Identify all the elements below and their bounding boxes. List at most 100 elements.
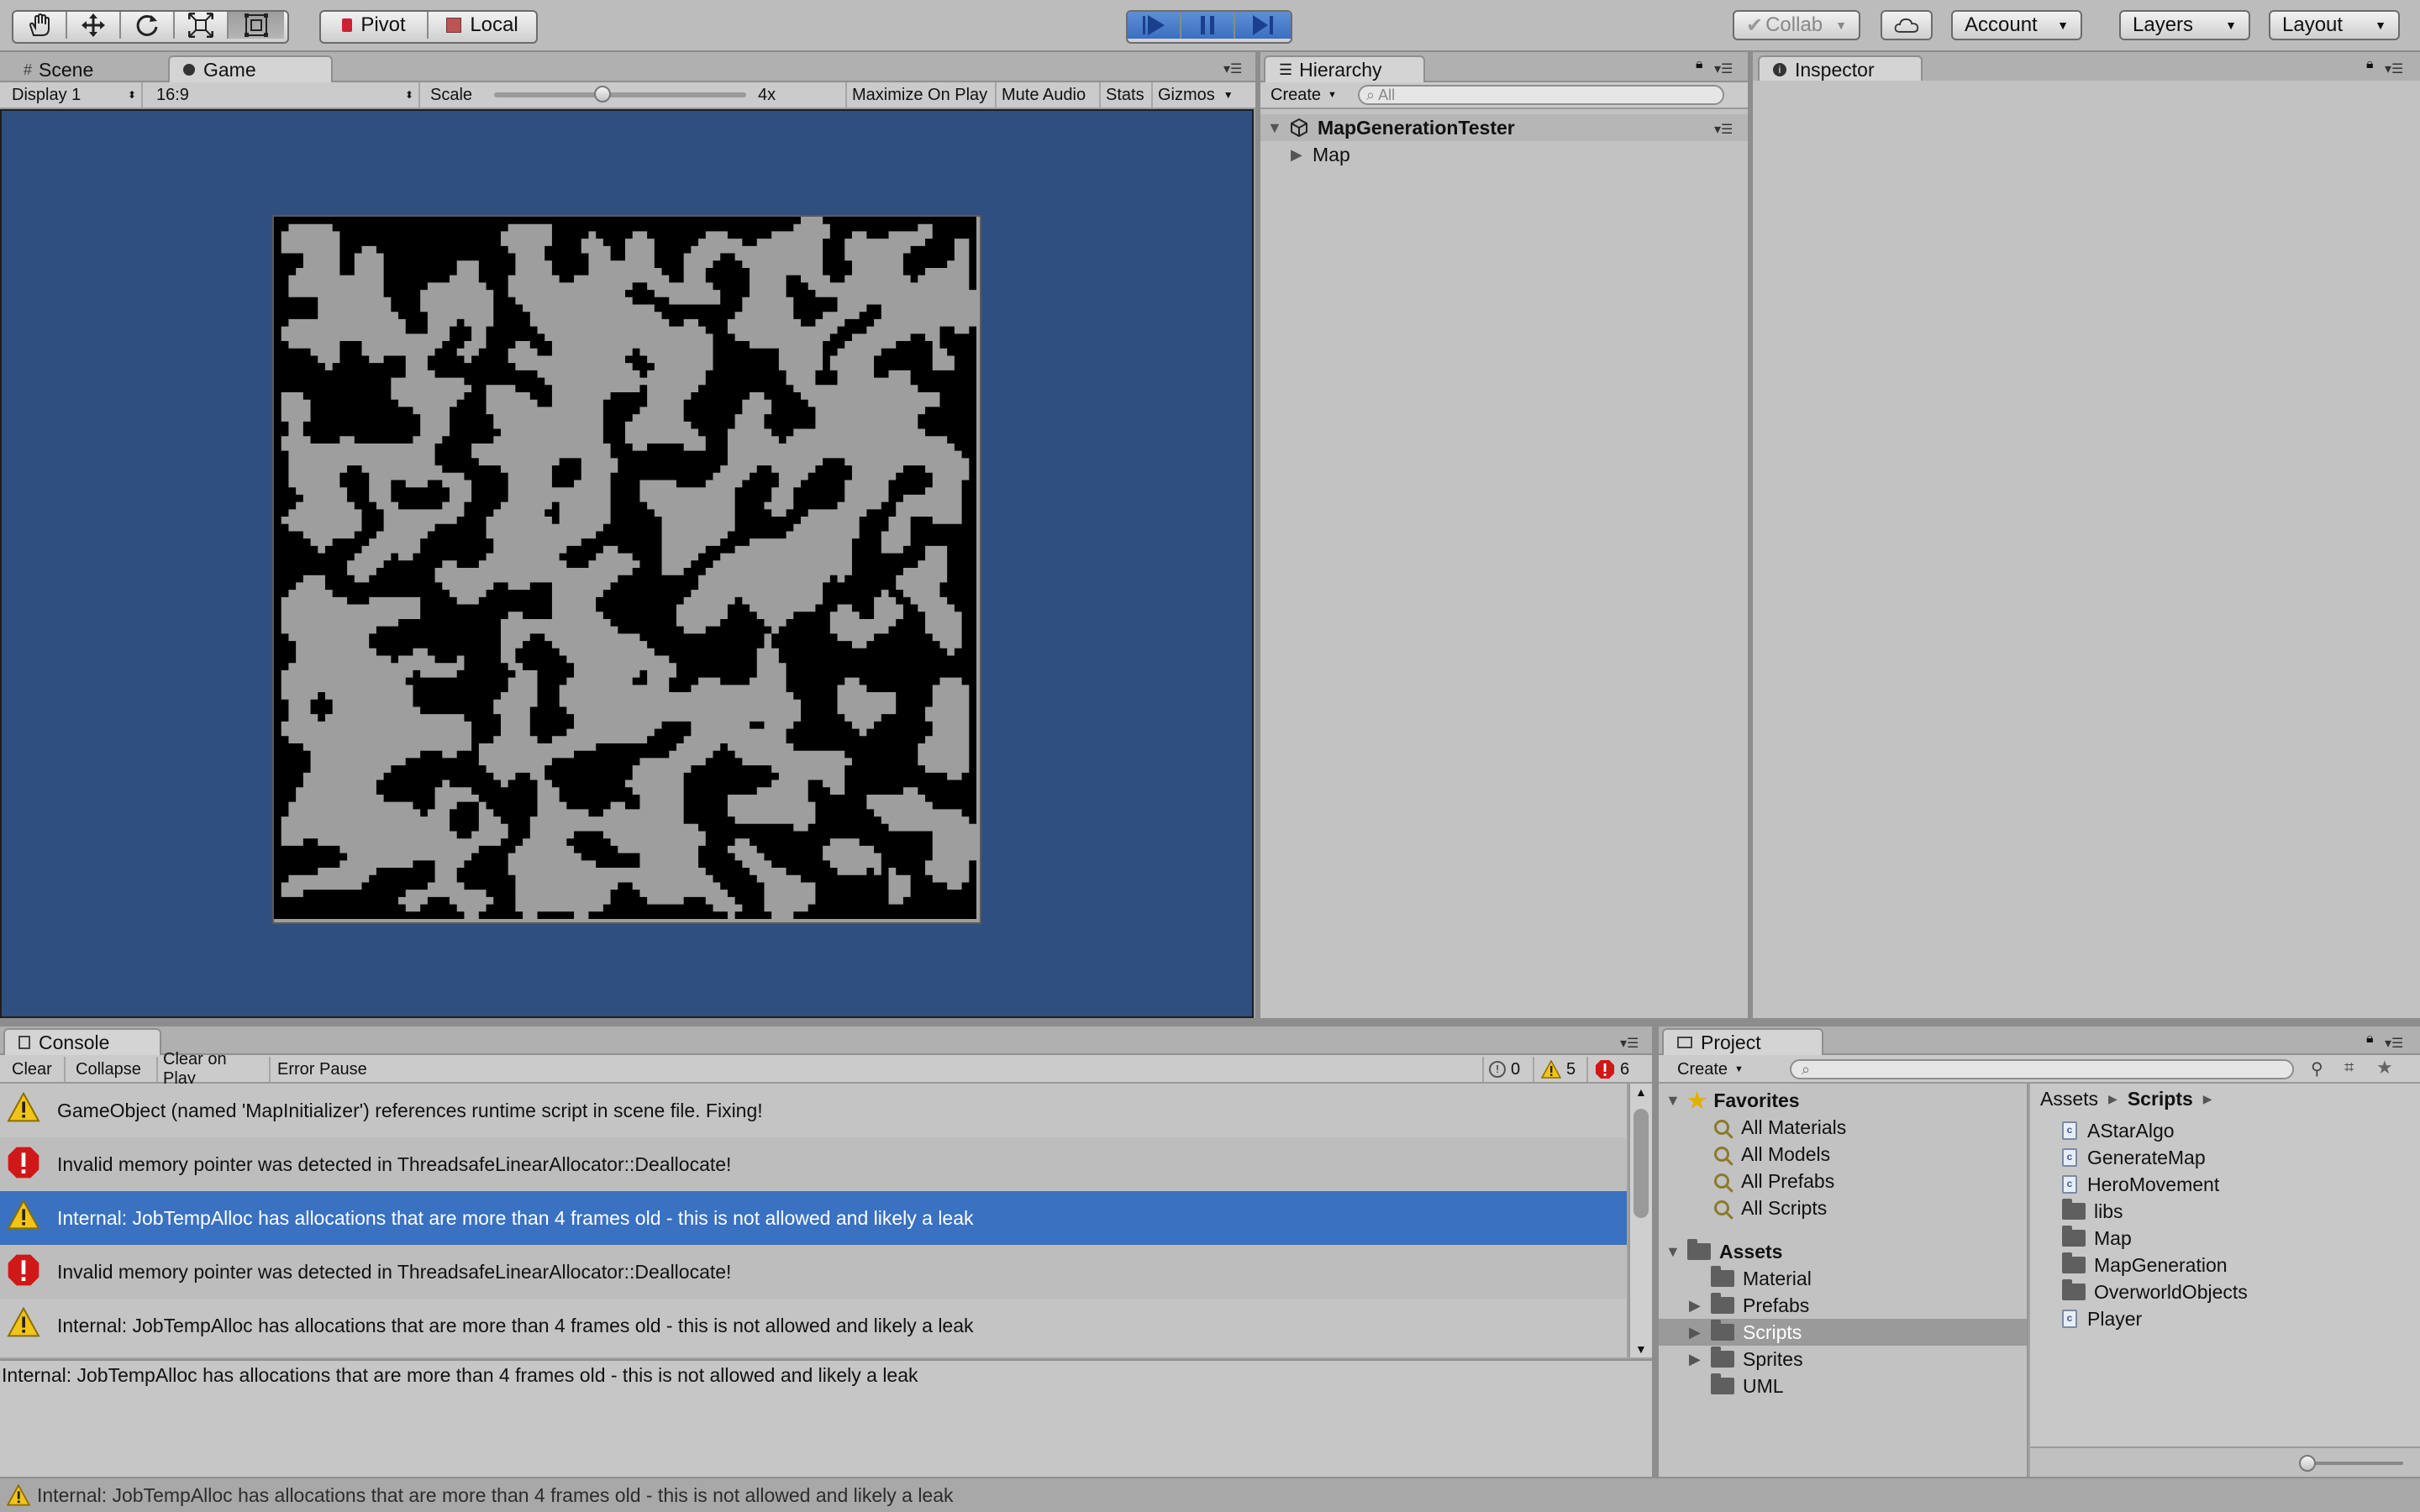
- console-scrollbar-thumb[interactable]: [1634, 1109, 1649, 1218]
- layout-dropdown[interactable]: Layout ▼: [2269, 10, 2400, 40]
- scroll-up-icon[interactable]: ▲: [1635, 1085, 1647, 1099]
- console-error-filter[interactable]: 6: [1590, 1057, 1642, 1082]
- favorite-star-icon[interactable]: ★: [2376, 1057, 2393, 1079]
- cloud-button[interactable]: [1881, 10, 1933, 40]
- project-file-item[interactable]: c HeroMovement: [2062, 1171, 2219, 1198]
- project-create-dropdown[interactable]: Create ▼: [1677, 1058, 1744, 1080]
- scroll-down-icon[interactable]: ▼: [1635, 1342, 1647, 1356]
- filter-by-type-icon[interactable]: ⚲: [2311, 1058, 2323, 1079]
- icon-size-slider-thumb[interactable]: [2299, 1455, 2316, 1472]
- favorite-item[interactable]: All Models: [1714, 1141, 1830, 1168]
- console-warning-filter[interactable]: 5: [1536, 1057, 1588, 1082]
- scene-row[interactable]: ▼ MapGenerationTester ▾☰: [1260, 114, 1748, 141]
- console-error-pause-toggle[interactable]: Error Pause: [272, 1057, 376, 1082]
- pivot-toggle[interactable]: Pivot: [321, 12, 429, 39]
- tab-project[interactable]: Project: [1662, 1028, 1823, 1055]
- hierarchy-search-field[interactable]: ⌕ All: [1358, 85, 1724, 105]
- breadcrumb-scripts[interactable]: Scripts: [2128, 1088, 2193, 1110]
- lock-icon[interactable]: 🔒︎: [2366, 1032, 2374, 1047]
- collab-dropdown[interactable]: ✔ Collab ▼: [1733, 10, 1860, 40]
- expand-arrow-icon[interactable]: ▶: [1689, 1351, 1711, 1368]
- asset-folder-item[interactable]: ▶ Prefabs: [1659, 1292, 2027, 1319]
- play-button[interactable]: [1128, 12, 1181, 39]
- console-entry[interactable]: Invalid memory pointer was detected in T…: [0, 1137, 1627, 1191]
- lock-icon[interactable]: 🔒︎: [1696, 57, 1703, 72]
- console-detail-pane[interactable]: Internal: JobTempAlloc has allocations t…: [0, 1359, 1652, 1477]
- game-view[interactable]: [0, 109, 1254, 1018]
- asset-folder-item[interactable]: Material: [1659, 1265, 2027, 1292]
- asset-folder-item[interactable]: ▶ Scripts: [1659, 1319, 2027, 1346]
- panel-divider[interactable]: [1652, 1026, 1659, 1477]
- favorite-item[interactable]: All Scripts: [1714, 1194, 1827, 1221]
- move-tool-button[interactable]: [67, 12, 121, 39]
- project-file-item[interactable]: c Player: [2062, 1305, 2142, 1332]
- expand-arrow-icon[interactable]: ▶: [1291, 146, 1313, 164]
- stats-toggle[interactable]: Stats: [1101, 82, 1153, 108]
- breadcrumb-assets[interactable]: Assets: [2040, 1088, 2098, 1110]
- console-collapse-toggle[interactable]: Collapse: [71, 1057, 158, 1082]
- project-search-field[interactable]: ⌕: [1790, 1059, 2294, 1079]
- console-clear-button[interactable]: Clear: [7, 1057, 66, 1082]
- panel-divider[interactable]: [1748, 52, 1753, 1020]
- gizmos-dropdown[interactable]: Gizmos ▼: [1153, 82, 1240, 108]
- rect-tool-button[interactable]: [229, 12, 284, 39]
- step-button[interactable]: [1235, 12, 1291, 39]
- expand-arrow-icon[interactable]: ▼: [1267, 119, 1289, 137]
- favorite-item[interactable]: All Prefabs: [1714, 1168, 1834, 1194]
- project-file-item[interactable]: MapGeneration: [2062, 1252, 2228, 1278]
- project-file-item[interactable]: c AStarAlgo: [2062, 1117, 2175, 1144]
- tab-hierarchy[interactable]: ☰ Hierarchy: [1264, 55, 1425, 82]
- hand-tool-button[interactable]: [13, 12, 67, 39]
- console-entry[interactable]: Invalid memory pointer was detected in T…: [0, 1245, 1627, 1299]
- scale-slider[interactable]: [494, 86, 747, 102]
- favorite-item[interactable]: All Materials: [1714, 1114, 1846, 1141]
- console-entry[interactable]: Internal: JobTempAlloc has allocations t…: [0, 1299, 1627, 1352]
- expand-arrow-icon[interactable]: ▶: [1689, 1324, 1711, 1341]
- lock-icon[interactable]: 🔒︎: [2366, 57, 2374, 72]
- console-info-filter[interactable]: ! 0: [1482, 1057, 1534, 1082]
- rotate-tool-button[interactable]: [121, 12, 175, 39]
- asset-folder-item[interactable]: UML: [1659, 1373, 2027, 1399]
- console-clear-on-play-toggle[interactable]: Clear on Play: [158, 1050, 271, 1088]
- project-file-item[interactable]: libs: [2062, 1198, 2123, 1225]
- scale-tool-button[interactable]: [175, 12, 229, 39]
- panel-menu-icon[interactable]: ▾☰: [2385, 1035, 2403, 1052]
- mute-audio-toggle[interactable]: Mute Audio: [997, 82, 1101, 108]
- icon-size-slider[interactable]: [2299, 1455, 2403, 1472]
- expand-arrow-icon[interactable]: ▶: [1689, 1297, 1711, 1315]
- console-scrollbar[interactable]: ▲ ▼: [1628, 1084, 1652, 1357]
- project-file-item[interactable]: Map: [2062, 1225, 2132, 1252]
- scene-menu-icon[interactable]: ▾☰: [1714, 121, 1733, 138]
- project-file-item[interactable]: OverworldObjects: [2062, 1278, 2248, 1305]
- panel-menu-icon[interactable]: ▾☰: [1223, 60, 1242, 77]
- aspect-select[interactable]: 16:9 ⬍: [151, 82, 420, 108]
- favorites-header[interactable]: ▼ ★ Favorites: [1659, 1087, 1800, 1114]
- panel-divider[interactable]: [0, 1018, 2420, 1026]
- status-bar[interactable]: Internal: JobTempAlloc has allocations t…: [0, 1477, 2420, 1512]
- maximize-on-play-toggle[interactable]: Maximize On Play: [845, 82, 997, 108]
- tab-game[interactable]: Game: [168, 55, 333, 82]
- tab-scene[interactable]: # Scene: [8, 55, 160, 82]
- assets-header[interactable]: ▼ Assets: [1659, 1238, 1782, 1265]
- layers-dropdown[interactable]: Layers ▼: [2119, 10, 2250, 40]
- console-entry[interactable]: Internal: JobTempAlloc has allocations t…: [0, 1191, 1627, 1245]
- expand-arrow-icon[interactable]: ▼: [1665, 1092, 1687, 1110]
- filter-by-label-icon[interactable]: ⌗: [2344, 1058, 2354, 1078]
- scale-slider-thumb[interactable]: [594, 86, 612, 102]
- panel-divider[interactable]: [1255, 52, 1260, 1020]
- panel-menu-icon[interactable]: ▾☰: [1714, 60, 1733, 77]
- panel-menu-icon[interactable]: ▾☰: [1620, 1035, 1639, 1052]
- display-select[interactable]: Display 1 ⬍: [7, 82, 143, 108]
- asset-folder-item[interactable]: ▶ Sprites: [1659, 1346, 2027, 1373]
- hierarchy-item-map[interactable]: ▶ Map: [1260, 141, 1748, 168]
- local-toggle[interactable]: Local: [429, 12, 536, 39]
- hierarchy-create-dropdown[interactable]: Create ▼: [1270, 84, 1337, 106]
- console-entry[interactable]: GameObject (named 'MapInitializer') refe…: [0, 1084, 1627, 1137]
- project-file-item[interactable]: c GenerateMap: [2062, 1144, 2206, 1171]
- tab-console[interactable]: Console: [3, 1028, 161, 1055]
- account-dropdown[interactable]: Account ▼: [1951, 10, 2082, 40]
- pause-button[interactable]: [1181, 12, 1235, 39]
- tab-inspector[interactable]: i Inspector: [1758, 55, 1923, 82]
- expand-arrow-icon[interactable]: ▼: [1665, 1243, 1687, 1261]
- panel-menu-icon[interactable]: ▾☰: [2385, 60, 2403, 77]
